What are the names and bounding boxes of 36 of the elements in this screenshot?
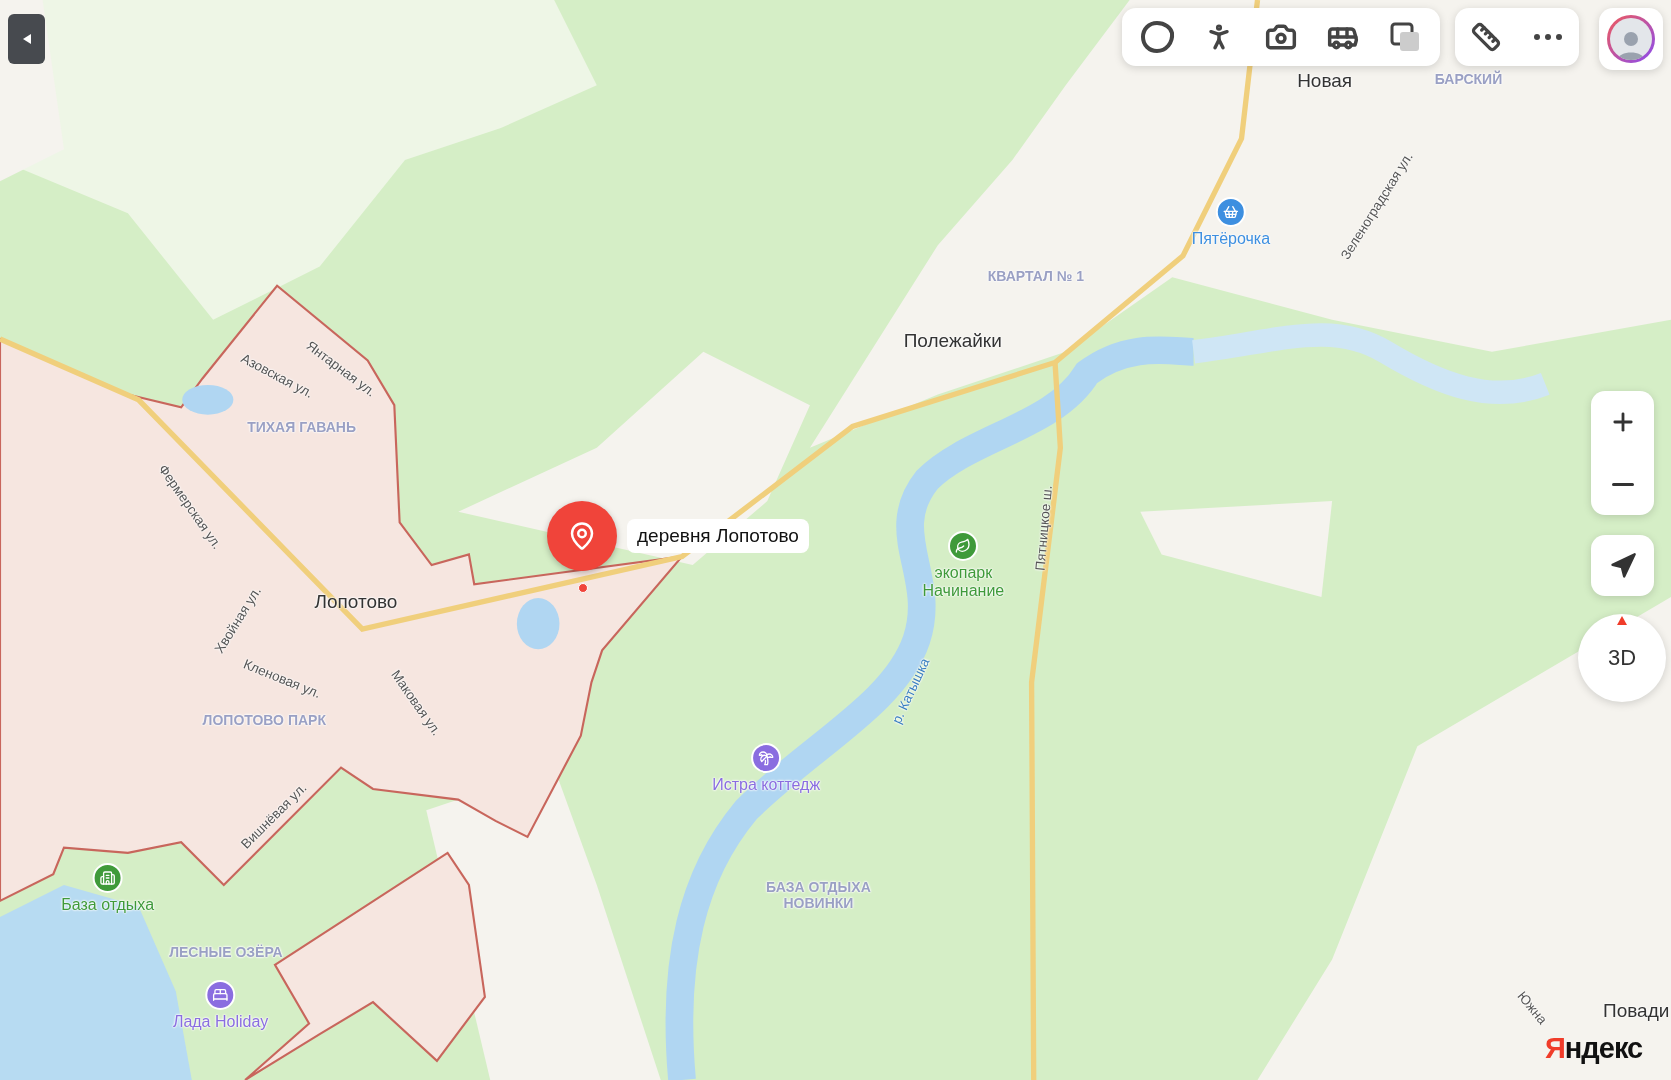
collapse-panel-button[interactable] xyxy=(8,14,45,64)
poi-label[interactable]: экопарк Начинание xyxy=(908,563,1019,601)
poi-label[interactable]: База отдыха xyxy=(61,896,154,915)
pin-label: деревня Лопотово xyxy=(627,519,809,553)
place-label: Новая xyxy=(1297,70,1353,92)
poi-label[interactable]: Лада Holiday xyxy=(172,1013,269,1032)
building-icon xyxy=(99,870,116,887)
circle-icon xyxy=(1139,19,1175,55)
district-label: ЛОПОТОВО ПАРК xyxy=(202,712,326,729)
compass-needle-icon xyxy=(1617,616,1627,625)
navigation-arrow-icon xyxy=(1608,551,1637,580)
place-label: Лопотово xyxy=(314,591,398,614)
pin-point-icon xyxy=(578,583,588,593)
palm-tree-icon xyxy=(758,749,775,766)
street-label: Пятницкое ш. xyxy=(1032,484,1056,571)
district-label: БАРСКИЙ xyxy=(1434,70,1503,87)
avatar-icon xyxy=(1610,18,1652,60)
place-label: Полежайки xyxy=(903,330,1002,352)
locate-button[interactable] xyxy=(1591,535,1654,596)
minus-icon xyxy=(1611,482,1634,486)
place-label: Повади xyxy=(1603,1000,1670,1023)
district-label: БАЗА ОТДЫХА НОВИНКИ xyxy=(765,879,872,912)
more-icon xyxy=(1534,34,1562,40)
basket-icon xyxy=(1222,204,1239,221)
layers-icon xyxy=(1389,21,1421,53)
district-label: ЛЕСНЫЕ ОЗЁРА xyxy=(169,943,283,960)
map-logo: Яндекс xyxy=(1545,1032,1643,1065)
triangle-left-icon xyxy=(21,33,32,45)
bed-icon xyxy=(212,987,229,1004)
leaf-icon xyxy=(955,537,972,554)
district-label: ТИХАЯ ГАВАНЬ xyxy=(247,419,356,436)
district-label: КВАРТАЛ № 1 xyxy=(987,267,1084,285)
profile-button[interactable] xyxy=(1599,8,1663,70)
poi-label[interactable]: Истра коттедж xyxy=(712,775,821,795)
poi-label[interactable]: Пятёрочка xyxy=(1191,230,1271,249)
ruler-icon xyxy=(1471,22,1501,52)
